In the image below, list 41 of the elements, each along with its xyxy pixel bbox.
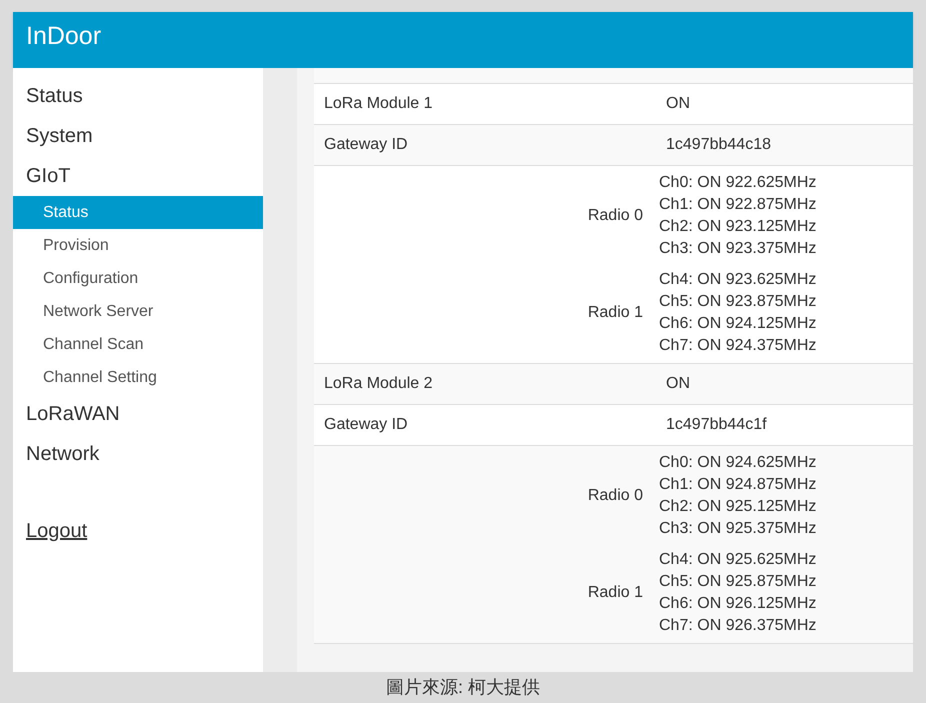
row-value: ON <box>666 374 690 394</box>
channel-line: Ch2: ON 925.125MHz <box>659 497 816 517</box>
row-label: LoRa Module 1 <box>323 94 434 114</box>
sidebar-item[interactable]: Status <box>13 76 263 116</box>
channel-line: Ch1: ON 924.875MHz <box>659 475 816 495</box>
sidebar-item[interactable]: System <box>13 116 263 156</box>
channel-line: Ch0: ON 924.625MHz <box>659 453 816 473</box>
channel-line: Ch5: ON 925.875MHz <box>659 572 816 592</box>
channel-line: Ch4: ON 925.625MHz <box>659 550 816 570</box>
channel-line: Ch6: ON 926.125MHz <box>659 594 816 614</box>
row-label: Gateway ID <box>323 135 409 155</box>
app-title: InDoor <box>26 22 102 50</box>
sidebar-item[interactable]: Network Server <box>13 295 263 328</box>
radio-label: Radio 1 <box>586 303 644 323</box>
image-caption: 圖片來源: 柯大提供 <box>386 676 540 699</box>
channel-line: Ch3: ON 923.375MHz <box>659 239 816 259</box>
sidebar-item[interactable]: Channel Setting <box>13 361 263 394</box>
radio-label: Radio 1 <box>586 583 644 603</box>
sidebar-item[interactable]: LoRaWAN <box>13 394 263 434</box>
channel-line: Ch6: ON 924.125MHz <box>659 314 816 334</box>
radio-label: Radio 0 <box>586 486 644 506</box>
channel-line: Ch3: ON 925.375MHz <box>659 519 816 539</box>
sidebar-item[interactable]: Channel Scan <box>13 328 263 361</box>
channel-line: Ch0: ON 922.625MHz <box>659 173 816 193</box>
row-label: Gateway ID <box>323 415 409 435</box>
row-value: 1c497bb44c18 <box>666 135 771 155</box>
sidebar-item[interactable]: GIoT <box>13 156 263 196</box>
row-label: LoRa Module 2 <box>323 374 434 394</box>
channel-line: Ch4: ON 923.625MHz <box>659 270 816 290</box>
row-value: 1c497bb44c1f <box>666 415 767 435</box>
channel-line: Ch1: ON 922.875MHz <box>659 195 816 215</box>
radio-label: Radio 0 <box>586 206 644 226</box>
channel-line: Ch2: ON 923.125MHz <box>659 217 816 237</box>
channel-line: Ch5: ON 923.875MHz <box>659 292 816 312</box>
logout-link[interactable]: Logout <box>26 520 88 542</box>
sidebar-item[interactable]: Network <box>13 434 263 474</box>
channel-line: Ch7: ON 926.375MHz <box>659 616 816 636</box>
row-value: ON <box>666 94 690 114</box>
sidebar-item[interactable]: Provision <box>13 229 263 262</box>
channel-line: Ch7: ON 924.375MHz <box>659 336 816 356</box>
sidebar-item[interactable]: Configuration <box>13 262 263 295</box>
